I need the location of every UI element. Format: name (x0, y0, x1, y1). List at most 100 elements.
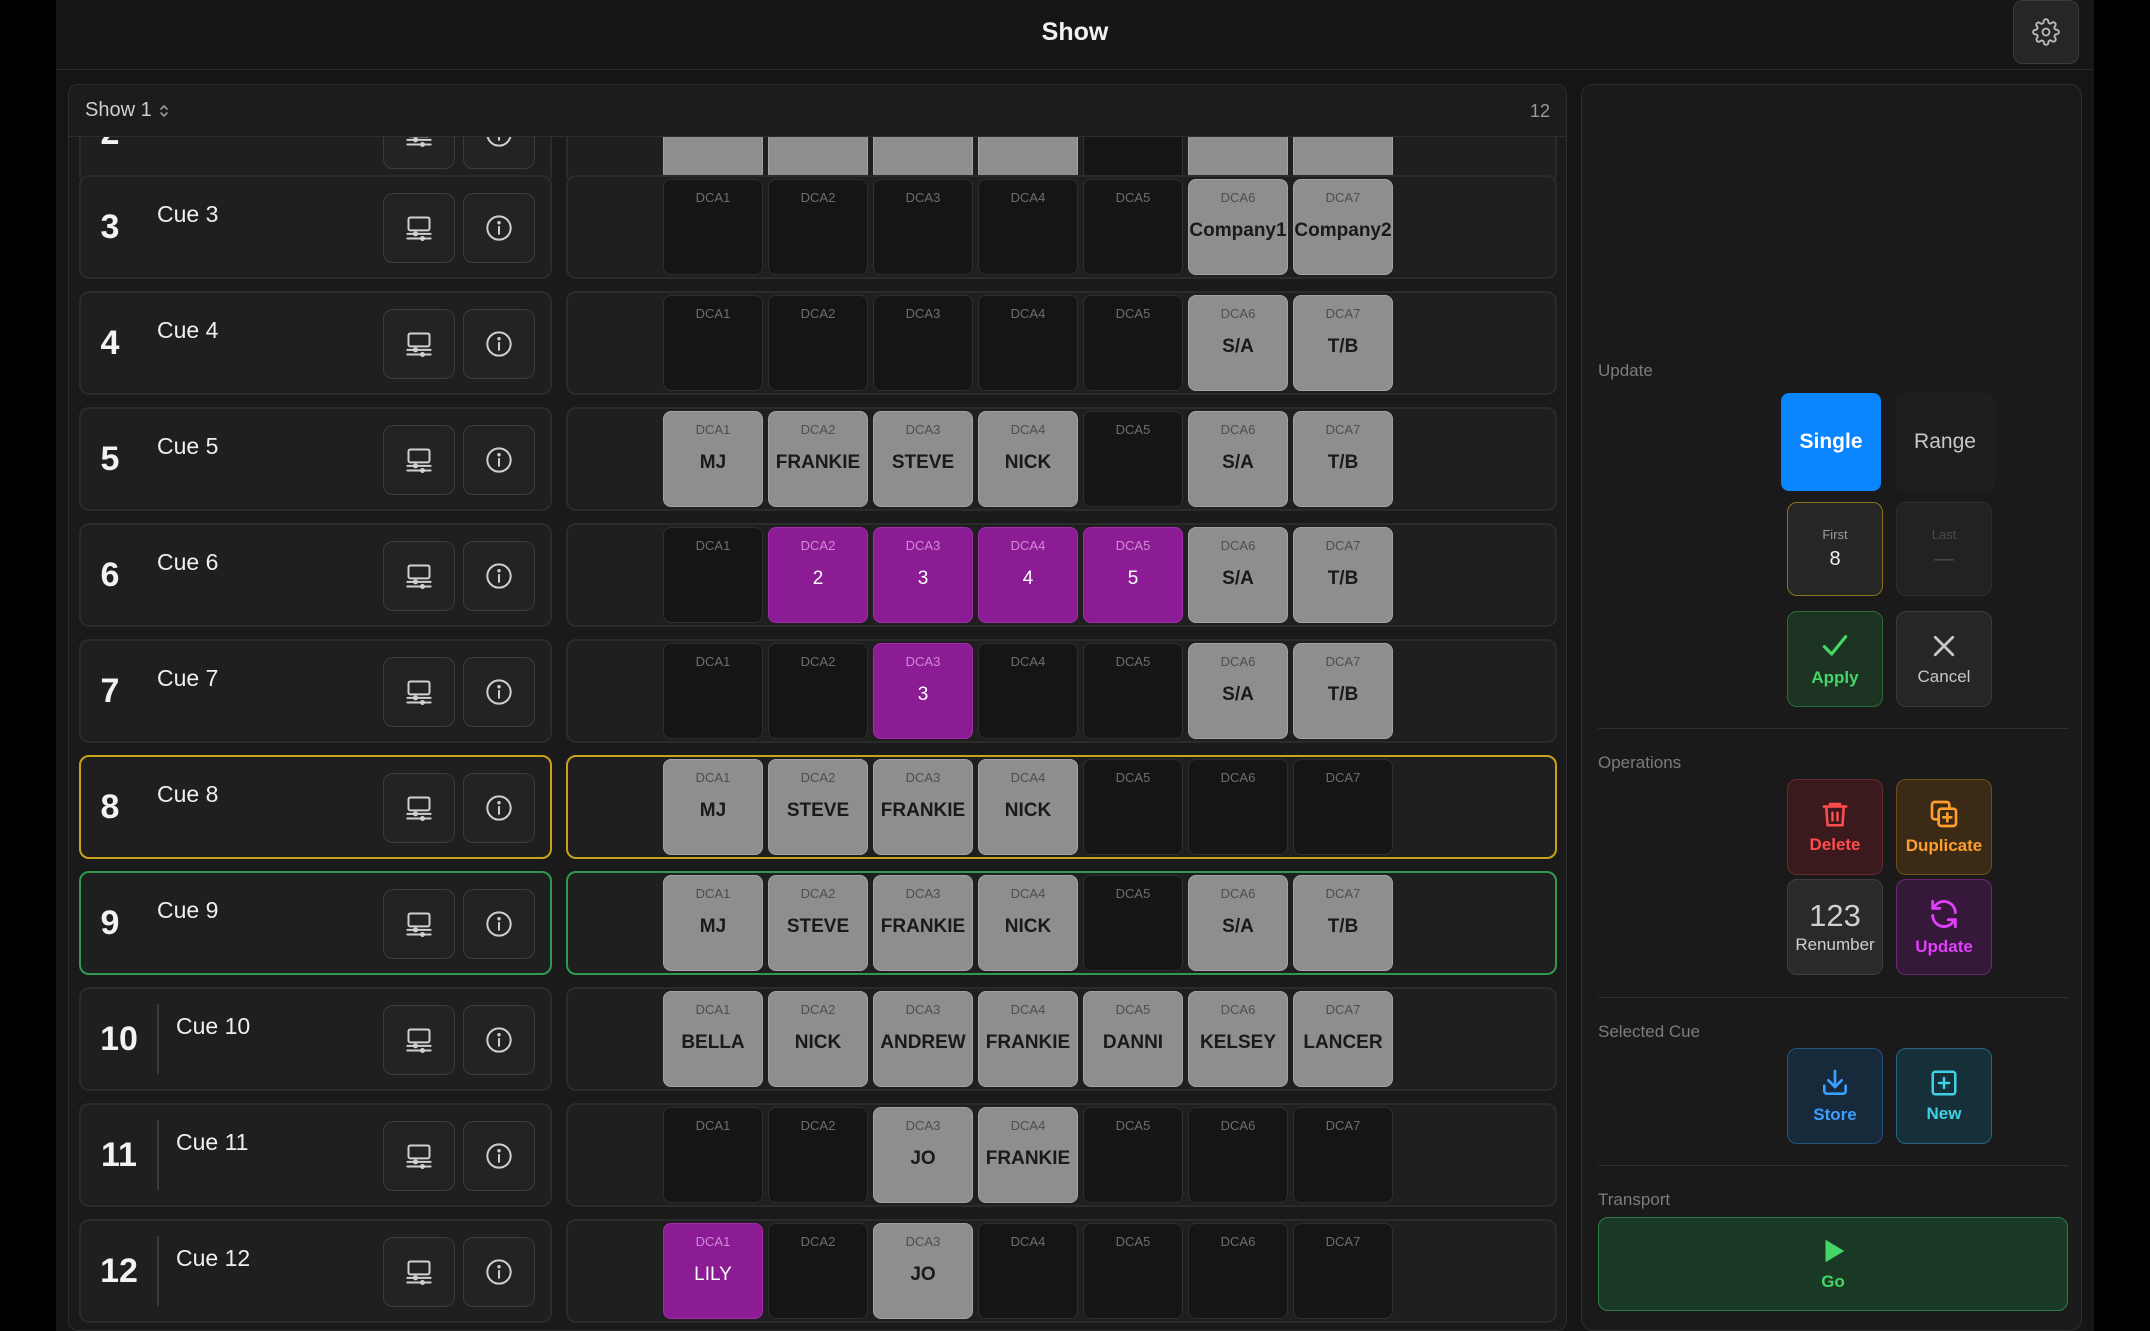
dca-slot[interactable]: DCA1 LILY (663, 1223, 763, 1319)
cue-info-button[interactable] (463, 1121, 535, 1191)
dca-slot[interactable]: DCA7 T/B (1293, 875, 1393, 971)
cue-mix-button[interactable] (383, 137, 455, 169)
apply-button[interactable]: Apply (1787, 611, 1883, 707)
dca-slot[interactable]: DCA4 NICK (978, 875, 1078, 971)
cue-mix-button[interactable] (383, 1121, 455, 1191)
cue-mix-button[interactable] (383, 889, 455, 959)
dca-slot[interactable]: DCA7 T/B (1293, 643, 1393, 739)
dca-slot[interactable]: DCA6 KELSEY (1188, 991, 1288, 1087)
dca-slot[interactable]: DCA7 LANCER (1293, 991, 1393, 1087)
show-selector[interactable]: Show 1 (85, 99, 170, 122)
cue-mix-button[interactable] (383, 657, 455, 727)
dca-slot[interactable]: DCA4 NICK (978, 759, 1078, 855)
dca-slot[interactable]: DCA1 BELLA (663, 991, 763, 1087)
dca-slot[interactable]: DCA6 S/A (1188, 295, 1288, 391)
first-cue-field[interactable]: First 8 (1787, 502, 1883, 596)
dca-slot[interactable]: DCA4 (978, 179, 1078, 275)
cue-info-button[interactable] (463, 193, 535, 263)
dca-slot[interactable]: DCA1 (663, 295, 763, 391)
cue-mix-button[interactable] (383, 193, 455, 263)
update-operation-button[interactable]: Update (1896, 879, 1992, 975)
dca-slot[interactable]: DCA1 (663, 643, 763, 739)
dca-slot[interactable]: DCA6 S/A (1188, 875, 1288, 971)
cue-info-button[interactable] (463, 1005, 535, 1075)
dca-slot[interactable]: DCA1 (663, 1107, 763, 1203)
cue-info-button[interactable] (463, 1237, 535, 1307)
cue-info-button[interactable] (463, 773, 535, 843)
cue-row[interactable]: 7 Cue 7 DCA1 DCA2 DCA3 3 DCA4 DCA5 DCA6 S/A DCA7 T/… (69, 639, 1566, 743)
new-cue-button[interactable]: New (1896, 1048, 1992, 1144)
cue-list[interactable]: 23Cue 3DCA1DCA2DCA3DCA4DCA5DCA6Company1D… (69, 137, 1566, 1330)
cue-info-cell[interactable]: 12 Cue 12 (79, 1219, 552, 1323)
dca-slot[interactable]: DCA4 FRANKIE (978, 1107, 1078, 1203)
dca-slot[interactable]: DCA4 NICK (978, 411, 1078, 507)
dca-slot[interactable]: DCA3 FRANKIE (873, 875, 973, 971)
dca-slot[interactable]: DCA2 (768, 1107, 868, 1203)
cue-mix-button[interactable] (383, 541, 455, 611)
dca-slot[interactable]: DCA3 (873, 295, 973, 391)
cue-row[interactable]: 6 Cue 6 DCA1 DCA2 2 DCA3 3 DCA4 4 DCA5 5 DCA6 S/A DCA… (69, 523, 1566, 627)
dca-slot[interactable]: DCA7 T/B (1293, 411, 1393, 507)
dca-slot[interactable]: DCA5 (1083, 1107, 1183, 1203)
dca-slot[interactable]: DCA4 (978, 295, 1078, 391)
dca-slot[interactable]: DCA1 MJ (663, 875, 763, 971)
dca-slot[interactable]: DCA3 JO (873, 1107, 973, 1203)
cue-info-button[interactable] (463, 137, 535, 169)
dca-slot[interactable]: DCA7 T/B (1293, 527, 1393, 623)
cue-info-cell[interactable]: 4 Cue 4 (79, 291, 552, 395)
cue-row[interactable]: 11 Cue 11 DCA1 DCA2 DCA3 JO DCA4 FRANKIE DCA5 DCA… (69, 1103, 1566, 1207)
cue-mix-button[interactable] (383, 1005, 455, 1075)
dca-slot[interactable]: DCA5 (1083, 295, 1183, 391)
cue-row[interactable]: 9 Cue 9 DCA1 MJ DCA2 STEVE DCA3 FRANKIE DCA4 NICK… (69, 871, 1566, 975)
dca-slot[interactable]: DCA3 ANDREW (873, 991, 973, 1087)
dca-slot[interactable]: DCA3 JO (873, 1223, 973, 1319)
cue-info-button[interactable] (463, 309, 535, 379)
single-mode-button[interactable]: Single (1781, 393, 1881, 491)
dca-slot[interactable]: DCA2 FRANKIE (768, 411, 868, 507)
store-button[interactable]: Store (1787, 1048, 1883, 1144)
dca-slot[interactable]: DCA3 3 (873, 527, 973, 623)
dca-slot[interactable]: DCA1 (663, 179, 763, 275)
dca-slot[interactable]: DCA5 (1083, 179, 1183, 275)
dca-slot[interactable]: DCA6 (1188, 1223, 1288, 1319)
dca-slot[interactable]: DCA5 (1083, 875, 1183, 971)
dca-slot[interactable]: DCA4 (978, 1223, 1078, 1319)
cue-row[interactable]: 4 Cue 4 DCA1 DCA2 DCA3 DCA4 DCA5 DCA6 S/A DCA7 T/B (69, 291, 1566, 395)
dca-slot[interactable]: DCA6 (1188, 759, 1288, 855)
cue-info-cell[interactable]: 9 Cue 9 (79, 871, 552, 975)
dca-slot[interactable]: DCA1 MJ (663, 411, 763, 507)
dca-slot[interactable]: DCA3 STEVE (873, 411, 973, 507)
dca-slot[interactable]: DCA5 (1083, 643, 1183, 739)
dca-slot[interactable]: DCA7 (1293, 1223, 1393, 1319)
dca-slot[interactable]: DCA4 FRANKIE (978, 991, 1078, 1087)
dca-slot[interactable]: DCA5 DANNI (1083, 991, 1183, 1087)
cue-info-button[interactable] (463, 541, 535, 611)
dca-slot[interactable]: DCA3 FRANKIE (873, 759, 973, 855)
cue-info-button[interactable] (463, 657, 535, 727)
cue-info-cell[interactable]: 3 Cue 3 (79, 175, 552, 279)
dca-slot[interactable]: DCA6 (1188, 1107, 1288, 1203)
dca-slot[interactable]: DCA1 MJ (663, 759, 763, 855)
cancel-button[interactable]: Cancel (1896, 611, 1992, 707)
dca-slot[interactable]: DCA2 (768, 1223, 868, 1319)
dca-slot[interactable]: DCA7 T/B (1293, 295, 1393, 391)
dca-slot[interactable]: DCA7 Company2 (1293, 179, 1393, 275)
go-button[interactable]: Go (1598, 1217, 2068, 1311)
cue-info-cell[interactable]: 5 Cue 5 (79, 407, 552, 511)
dca-slot[interactable]: DCA3 (873, 179, 973, 275)
cue-mix-button[interactable] (383, 773, 455, 843)
dca-slot[interactable]: DCA2 NICK (768, 991, 868, 1087)
dca-slot[interactable]: DCA2 2 (768, 527, 868, 623)
dca-slot[interactable]: DCA2 STEVE (768, 875, 868, 971)
settings-button[interactable] (2013, 0, 2079, 64)
cue-info-button[interactable] (463, 889, 535, 959)
delete-button[interactable]: Delete (1787, 779, 1883, 875)
dca-slot[interactable]: DCA1 (663, 527, 763, 623)
dca-slot[interactable]: DCA6 S/A (1188, 643, 1288, 739)
dca-slot[interactable]: DCA5 (1083, 1223, 1183, 1319)
renumber-button[interactable]: 123 Renumber (1787, 879, 1883, 975)
dca-slot[interactable]: DCA6 Company1 (1188, 179, 1288, 275)
range-mode-button[interactable]: Range (1895, 393, 1995, 491)
dca-slot[interactable]: DCA7 (1293, 759, 1393, 855)
dca-slot[interactable]: DCA5 5 (1083, 527, 1183, 623)
